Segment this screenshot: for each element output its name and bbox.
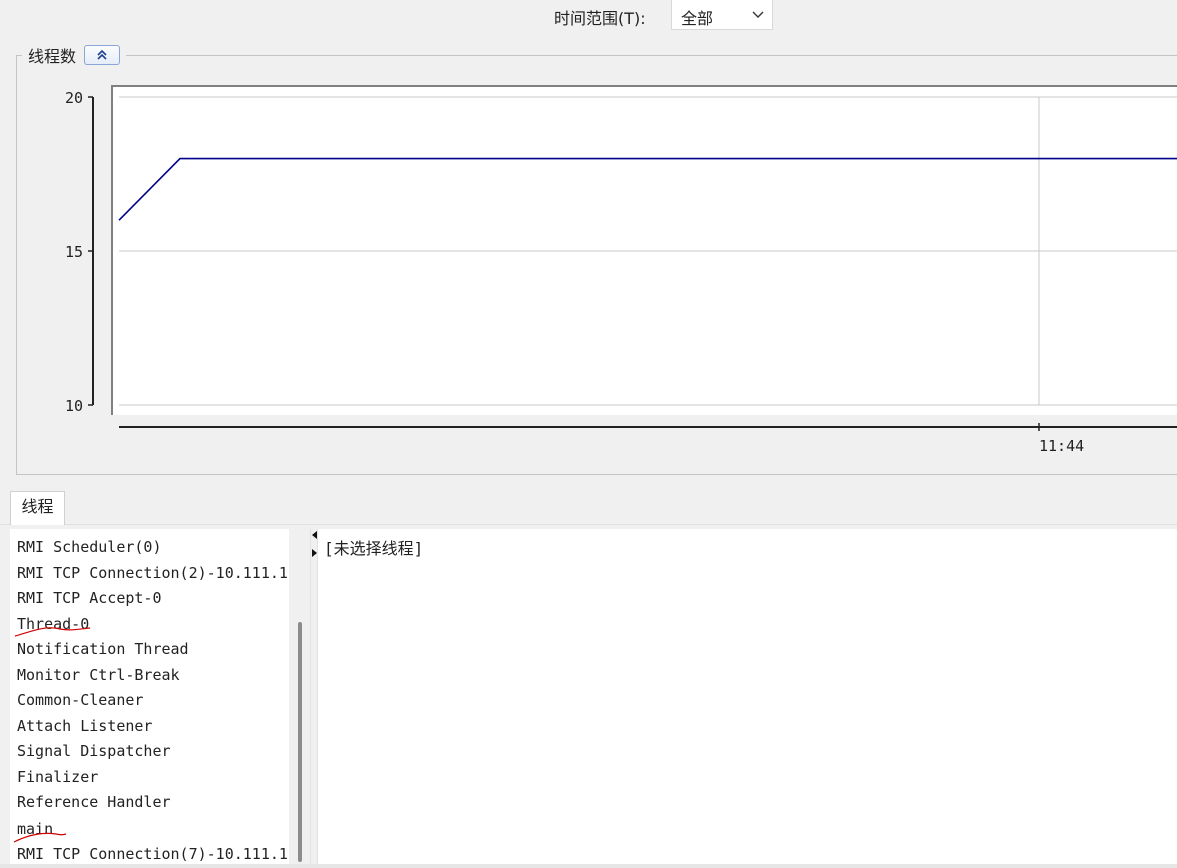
tab-divider xyxy=(0,524,1177,525)
tab-threads[interactable]: 线程 xyxy=(10,491,65,525)
scrollbar-thumb[interactable] xyxy=(298,622,302,862)
annotation-underline-thread-0 xyxy=(14,627,91,637)
no-thread-selected-text: [未选择线程] xyxy=(324,539,424,558)
split-pane-divider[interactable] xyxy=(310,529,318,868)
bottom-scroll-area xyxy=(0,864,1177,868)
thread-list[interactable]: RMI Scheduler(0) RMI TCP Connection(2)-1… xyxy=(10,529,289,868)
y-tick-label: 15 xyxy=(65,243,83,261)
thread-count-chart: 10 15 20 11:44 xyxy=(65,85,1177,455)
thread-detail-pane: [未选择线程] xyxy=(318,529,1177,868)
y-tick-label: 20 xyxy=(65,89,83,107)
x-tick-label: 11:44 xyxy=(1039,437,1084,455)
annotation-layer xyxy=(13,627,91,843)
plot-area xyxy=(111,85,1177,415)
y-ticks: 10 15 20 xyxy=(65,89,93,415)
annotation-underline-main xyxy=(13,832,67,843)
y-tick-label: 10 xyxy=(65,397,83,415)
